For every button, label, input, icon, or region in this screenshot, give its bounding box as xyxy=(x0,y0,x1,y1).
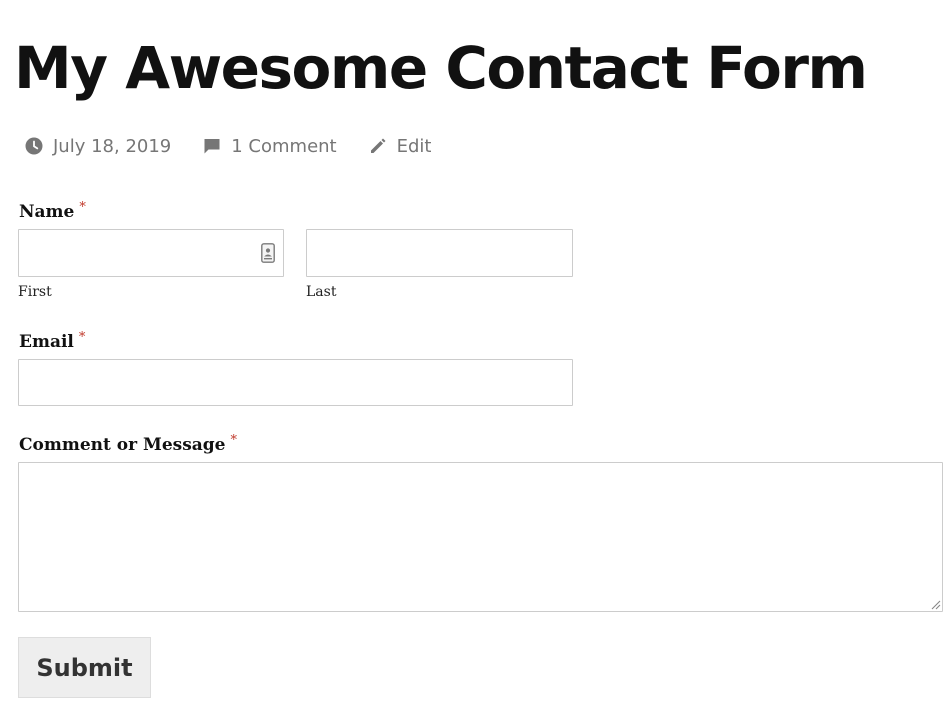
post-edit[interactable]: Edit xyxy=(369,136,432,157)
last-name-sublabel: Last xyxy=(306,284,337,300)
first-name-input[interactable] xyxy=(18,229,284,277)
message-required-mark: * xyxy=(230,433,238,448)
post-edit-link[interactable]: Edit xyxy=(397,136,432,157)
post-date[interactable]: July 18, 2019 xyxy=(25,136,171,157)
first-name-sublabel: First xyxy=(18,284,52,300)
name-label: Name * xyxy=(19,200,86,222)
message-label: Comment or Message * xyxy=(19,433,237,455)
message-label-text: Comment or Message xyxy=(19,435,226,455)
last-name-input[interactable] xyxy=(306,229,573,277)
email-label-text: Email xyxy=(19,332,74,352)
post-comments[interactable]: 1 Comment xyxy=(203,136,337,157)
email-required-mark: * xyxy=(78,330,86,345)
name-required-mark: * xyxy=(79,200,86,215)
post-meta: July 18, 2019 1 Comment Edit xyxy=(25,132,463,160)
name-label-text: Name xyxy=(19,202,75,222)
submit-button[interactable]: Submit xyxy=(18,637,151,698)
email-input[interactable] xyxy=(18,359,573,406)
page-title: My Awesome Contact Form xyxy=(14,34,868,102)
message-textarea[interactable] xyxy=(18,462,943,612)
contact-card-icon xyxy=(261,243,275,263)
clock-icon xyxy=(25,137,43,155)
comment-icon xyxy=(204,139,220,154)
pencil-icon xyxy=(370,138,386,153)
email-label: Email * xyxy=(19,330,85,352)
resize-handle-icon[interactable] xyxy=(930,599,941,610)
post-comments-link[interactable]: 1 Comment xyxy=(231,136,336,157)
post-date-text[interactable]: July 18, 2019 xyxy=(53,136,171,157)
